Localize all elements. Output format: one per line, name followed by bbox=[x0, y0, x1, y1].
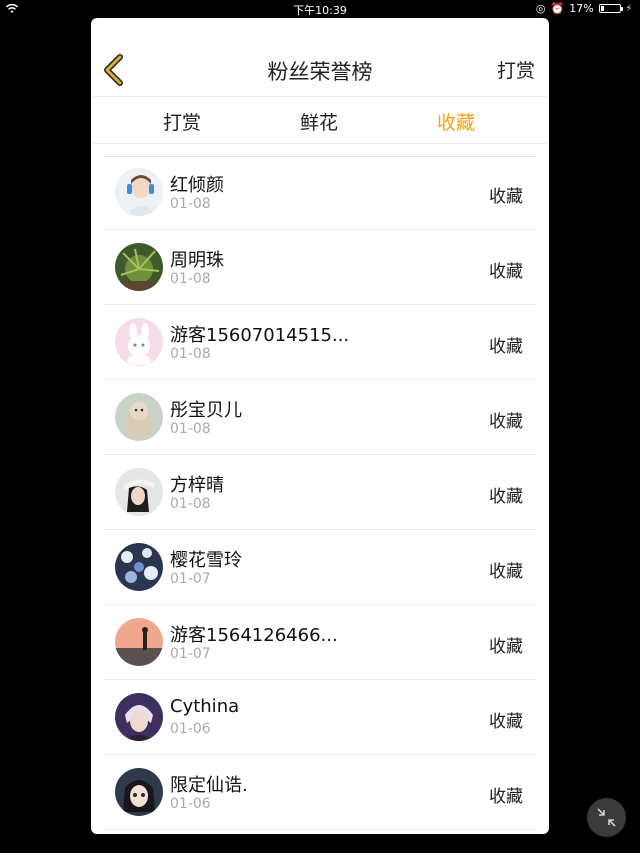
avatar[interactable] bbox=[115, 243, 163, 291]
list-item[interactable]: 周明珠 01-08 收藏 bbox=[103, 230, 537, 305]
fan-date: 01-08 bbox=[170, 496, 211, 512]
list-item[interactable]: 方梓晴 01-08 收藏 bbox=[103, 455, 537, 530]
avatar[interactable] bbox=[115, 768, 163, 816]
fan-date: 01-08 bbox=[170, 271, 211, 287]
fan-date: 01-06 bbox=[170, 721, 211, 737]
fan-name: 樱花雪玲 bbox=[170, 550, 242, 571]
fan-action: 收藏 bbox=[489, 712, 523, 732]
avatar[interactable] bbox=[115, 468, 163, 516]
tab-favorites[interactable]: 收藏 bbox=[437, 108, 475, 135]
list-item[interactable]: 游客1564126466... 01-07 收藏 bbox=[103, 605, 537, 680]
list-item[interactable]: 樱花雪玲 01-07 收藏 bbox=[103, 530, 537, 605]
fan-ranking-panel: 粉丝荣誉榜 打赏 打赏 鲜花 收藏 红倾颜 01-08 收藏 周明珠 01-08… bbox=[91, 18, 549, 834]
page-title: 粉丝荣誉榜 bbox=[267, 60, 373, 84]
list-item[interactable]: 红倾颜 01-08 收藏 bbox=[103, 155, 537, 230]
charging-icon: ⚡ bbox=[625, 3, 632, 14]
fan-action: 收藏 bbox=[489, 787, 523, 807]
battery-percent: 17% bbox=[569, 2, 594, 15]
fan-action: 收藏 bbox=[489, 187, 523, 207]
fan-action: 收藏 bbox=[489, 637, 523, 657]
avatar[interactable] bbox=[115, 318, 163, 366]
list-item[interactable]: 限定仙诰. 01-06 收藏 bbox=[103, 755, 537, 830]
fan-list: 红倾颜 01-08 收藏 周明珠 01-08 收藏 游客15607014515.… bbox=[103, 155, 537, 830]
fan-date: 01-07 bbox=[170, 646, 211, 662]
list-item[interactable]: 游客15607014515... 01-08 收藏 bbox=[103, 305, 537, 380]
fan-date: 01-06 bbox=[170, 796, 211, 812]
fan-date: 01-08 bbox=[170, 346, 211, 362]
collapse-arrows-icon bbox=[597, 808, 616, 827]
avatar[interactable] bbox=[115, 693, 163, 741]
fan-name: Cythina bbox=[170, 696, 240, 717]
fan-date: 01-08 bbox=[170, 421, 211, 437]
fan-date: 01-07 bbox=[170, 571, 211, 587]
avatar[interactable] bbox=[115, 543, 163, 591]
tab-flowers[interactable]: 鲜花 bbox=[300, 108, 338, 135]
list-item[interactable]: 彤宝贝儿 01-08 收藏 bbox=[103, 380, 537, 455]
status-bar: 下午10:39 ◎ ⏰ 17% ⚡ bbox=[0, 0, 640, 18]
alarm-icon: ⏰ bbox=[550, 2, 565, 15]
fan-name: 方梓晴 bbox=[170, 475, 224, 496]
fan-action: 收藏 bbox=[489, 262, 523, 282]
avatar[interactable] bbox=[115, 393, 163, 441]
list-item[interactable]: Cythina 01-06 收藏 bbox=[103, 680, 537, 755]
fan-name: 限定仙诰. bbox=[170, 775, 248, 796]
tab-bar: 打赏 鲜花 收藏 bbox=[91, 97, 549, 144]
reward-button[interactable]: 打赏 bbox=[497, 56, 535, 83]
fan-name: 红倾颜 bbox=[170, 175, 224, 196]
fan-action: 收藏 bbox=[489, 487, 523, 507]
tab-reward[interactable]: 打赏 bbox=[163, 108, 201, 135]
collapse-floating-button[interactable] bbox=[587, 798, 626, 837]
fan-action: 收藏 bbox=[489, 412, 523, 432]
orientation-lock-icon: ◎ bbox=[535, 2, 546, 15]
fan-name: 游客1564126466... bbox=[170, 625, 338, 646]
avatar[interactable] bbox=[115, 168, 163, 216]
battery-icon bbox=[598, 4, 623, 13]
fan-name: 周明珠 bbox=[170, 250, 224, 271]
fan-name: 游客15607014515... bbox=[170, 325, 350, 346]
fan-action: 收藏 bbox=[489, 562, 523, 582]
avatar[interactable] bbox=[115, 618, 163, 666]
panel-header: 粉丝荣誉榜 打赏 bbox=[91, 18, 549, 97]
fan-action: 收藏 bbox=[489, 337, 523, 357]
fan-date: 01-08 bbox=[170, 196, 211, 212]
fan-name: 彤宝贝儿 bbox=[170, 400, 242, 421]
